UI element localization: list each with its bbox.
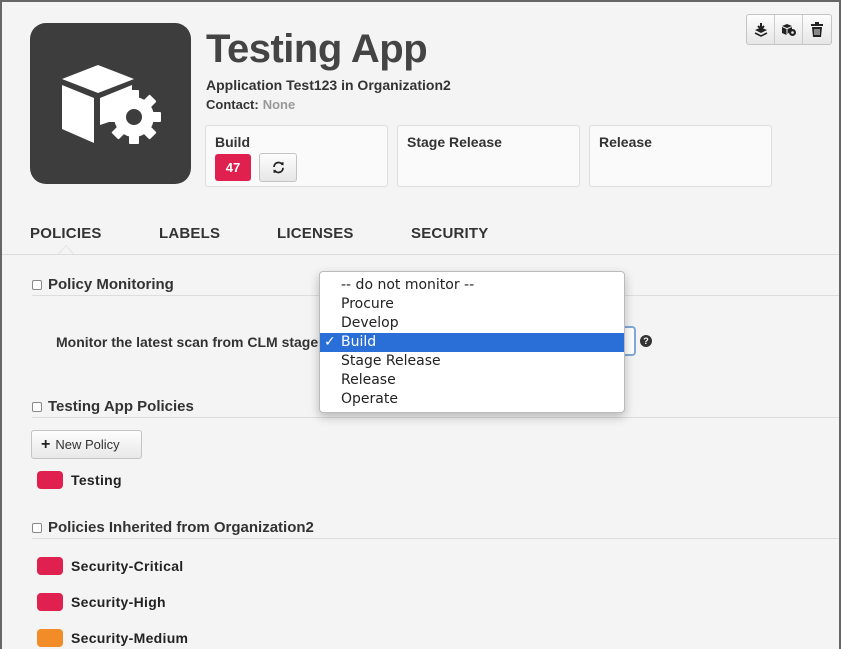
expand-toggle-icon <box>32 402 42 412</box>
tab-policies[interactable]: POLICIES <box>30 225 102 242</box>
box-gear-icon <box>60 65 190 145</box>
contact-line: Contact: None <box>206 97 295 112</box>
new-policy-label: New Policy <box>55 437 119 452</box>
download-stack-icon <box>754 23 768 37</box>
section-app-policies[interactable]: Testing App Policies <box>32 398 194 415</box>
section-title: Testing App Policies <box>48 398 194 415</box>
collapse-toggle-icon <box>32 280 42 290</box>
app-subtitle: Application Test123 in Organization2 <box>206 77 451 93</box>
threat-level-swatch <box>37 471 63 489</box>
active-tab-indicator <box>58 245 74 254</box>
divider <box>32 538 839 539</box>
stage-dropdown-menu: -- do not monitor -- Procure Develop ✓ B… <box>319 271 625 413</box>
application-page: Testing App Application Test123 in Organ… <box>0 0 841 649</box>
stage-release: Release <box>589 125 772 187</box>
stage-build: Build 47 <box>205 125 388 187</box>
stage-label: Release <box>599 134 652 150</box>
trash-icon <box>811 22 823 37</box>
policy-name: Security-Critical <box>71 558 183 574</box>
app-toolbar <box>746 14 832 45</box>
dropdown-option[interactable]: Release <box>320 371 624 390</box>
violation-count-badge[interactable]: 47 <box>215 154 251 181</box>
policy-item[interactable]: Security-Critical <box>37 557 183 575</box>
tab-licenses[interactable]: LICENSES <box>277 225 354 242</box>
tab-bar: POLICIES LABELS LICENSES SECURITY <box>2 214 839 255</box>
dropdown-option[interactable]: Stage Release <box>320 352 624 371</box>
expand-toggle-icon <box>32 523 42 533</box>
option-label: Build <box>341 334 376 350</box>
section-inherited-policies[interactable]: Policies Inherited from Organization2 <box>32 519 314 536</box>
section-title: Policies Inherited from Organization2 <box>48 519 314 536</box>
stage-label: Build <box>215 134 250 150</box>
box-settings-icon <box>781 23 797 37</box>
app-title: Testing App <box>206 27 427 72</box>
policy-item[interactable]: Testing <box>37 471 122 489</box>
dropdown-option[interactable]: Procure <box>320 295 624 314</box>
contact-label: Contact: <box>206 97 259 112</box>
refresh-button[interactable] <box>259 153 297 182</box>
threat-level-swatch <box>37 629 63 647</box>
policy-name: Security-Medium <box>71 630 188 646</box>
section-title: Policy Monitoring <box>48 276 174 293</box>
delete-app-button[interactable] <box>803 15 831 44</box>
threat-level-swatch <box>37 557 63 575</box>
tab-labels[interactable]: LABELS <box>159 225 220 242</box>
section-policy-monitoring[interactable]: Policy Monitoring <box>32 276 174 293</box>
help-icon[interactable]: ? <box>640 335 652 347</box>
policy-item[interactable]: Security-High <box>37 593 166 611</box>
stage-stage-release: Stage Release <box>397 125 580 187</box>
plus-icon: + <box>41 436 50 454</box>
dropdown-option[interactable]: Operate <box>320 390 624 409</box>
threat-level-swatch <box>37 593 63 611</box>
refresh-icon <box>272 161 285 174</box>
app-avatar <box>30 23 191 184</box>
policy-name: Testing <box>71 472 122 488</box>
download-button[interactable] <box>747 15 775 44</box>
stage-label: Stage Release <box>407 134 502 150</box>
divider <box>32 417 839 418</box>
app-settings-button[interactable] <box>775 15 803 44</box>
contact-value[interactable]: None <box>263 97 296 112</box>
checkmark-icon: ✓ <box>324 333 336 352</box>
policy-item[interactable]: Security-Medium <box>37 629 188 647</box>
tab-security[interactable]: SECURITY <box>411 225 488 242</box>
dropdown-option[interactable]: -- do not monitor -- <box>320 276 624 295</box>
dropdown-option-selected[interactable]: ✓ Build <box>320 333 624 352</box>
policy-name: Security-High <box>71 594 166 610</box>
new-policy-button[interactable]: + New Policy <box>31 430 142 459</box>
monitor-stage-label: Monitor the latest scan from CLM stage <box>56 334 318 350</box>
dropdown-option[interactable]: Develop <box>320 314 624 333</box>
